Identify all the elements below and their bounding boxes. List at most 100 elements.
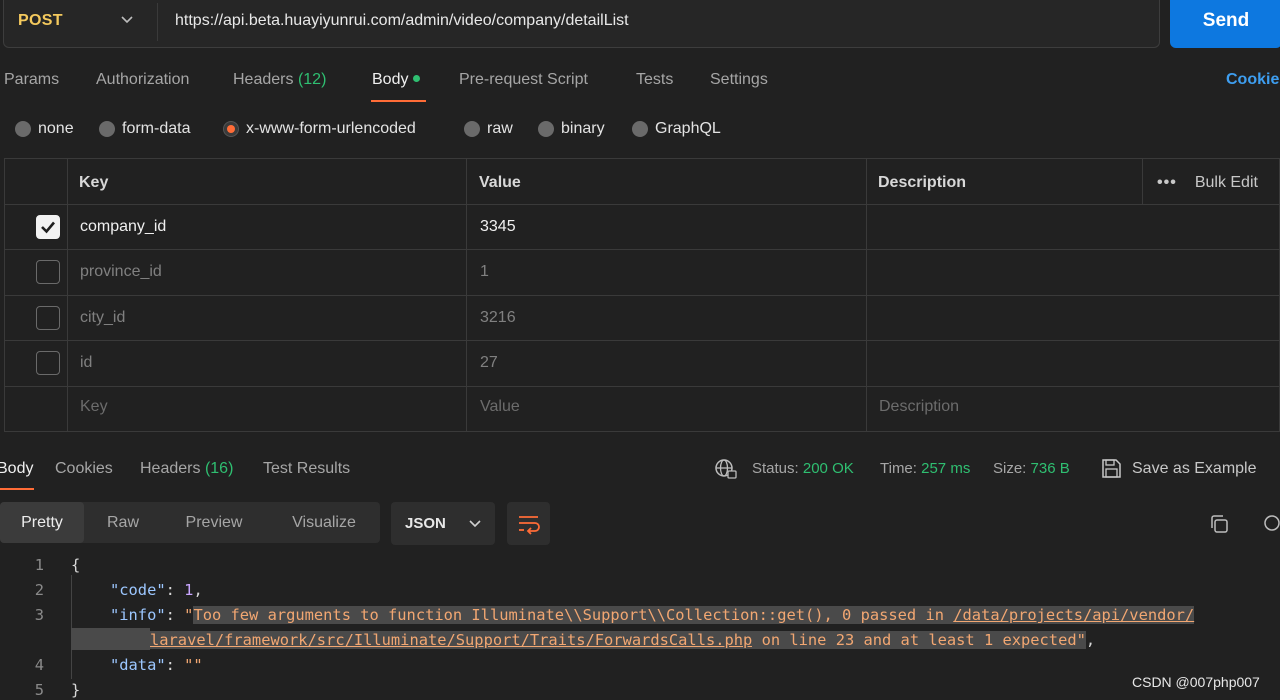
divider bbox=[5, 204, 1279, 205]
search-icon[interactable] bbox=[1262, 513, 1280, 535]
code-line-info-wrap: laravel/framework/src/Illuminate/Support… bbox=[150, 631, 1096, 649]
wrap-lines-icon bbox=[519, 516, 540, 535]
bulk-edit-label: Bulk Edit bbox=[1194, 174, 1258, 191]
view-raw[interactable]: Raw bbox=[88, 502, 158, 543]
more-horizontal-icon[interactable]: ••• bbox=[1157, 174, 1177, 192]
response-tab-test-results[interactable]: Test Results bbox=[263, 460, 350, 478]
headers-count-badge: (12) bbox=[297, 71, 327, 88]
copy-icon[interactable] bbox=[1208, 513, 1230, 535]
tab-tests[interactable]: Tests bbox=[636, 71, 673, 89]
response-tab-headers[interactable]: Headers (16) bbox=[140, 460, 233, 478]
json-number: 1 bbox=[184, 581, 194, 599]
radio-none[interactable]: none bbox=[15, 120, 74, 138]
row-checkbox[interactable] bbox=[36, 351, 60, 375]
radio-circle bbox=[464, 121, 480, 137]
row-key[interactable]: company_id bbox=[80, 218, 166, 236]
time-value: 257 ms bbox=[921, 460, 971, 477]
json-string: "" bbox=[184, 656, 203, 674]
row-key[interactable]: city_id bbox=[80, 309, 125, 327]
line-number: 1 bbox=[34, 556, 44, 574]
code-open-brace: { bbox=[71, 556, 81, 574]
divider bbox=[5, 295, 1279, 296]
divider bbox=[1142, 159, 1143, 204]
row-checkbox[interactable] bbox=[36, 215, 60, 239]
save-icon bbox=[1102, 459, 1121, 478]
line-number: 5 bbox=[34, 681, 44, 699]
tab-headers-label: Headers bbox=[233, 71, 294, 88]
radio-form-data[interactable]: form-data bbox=[99, 120, 190, 138]
body-params-table: Key Value Description ••• Bulk Edit comp… bbox=[4, 158, 1280, 432]
radio-label: raw bbox=[487, 120, 513, 137]
json-string-path-link[interactable]: laravel/framework/src/Illuminate/Support… bbox=[150, 631, 753, 649]
json-string-path-link[interactable]: /data/projects/api/vendor/ bbox=[953, 606, 1195, 624]
row-checkbox[interactable] bbox=[36, 260, 60, 284]
tab-settings[interactable]: Settings bbox=[710, 71, 768, 89]
json-key: "data" bbox=[110, 656, 166, 674]
code-line-code: "code": 1, bbox=[110, 581, 203, 599]
selection-highlight bbox=[71, 628, 150, 650]
chevron-down-icon bbox=[469, 519, 481, 527]
indent-guide bbox=[71, 575, 72, 679]
row-value[interactable]: 3345 bbox=[480, 218, 516, 236]
checkmark-icon bbox=[41, 221, 55, 234]
radio-graphql[interactable]: GraphQL bbox=[632, 120, 721, 138]
radio-circle bbox=[15, 121, 31, 137]
url-input[interactable]: https://api.beta.huayiyunrui.com/admin/v… bbox=[175, 12, 629, 30]
radio-label: GraphQL bbox=[655, 120, 721, 137]
active-tab-indicator bbox=[371, 100, 426, 102]
json-quote: " bbox=[1076, 631, 1086, 649]
response-tab-body[interactable]: Body bbox=[0, 460, 33, 478]
status-value: 200 OK bbox=[802, 460, 854, 477]
format-label: JSON bbox=[405, 515, 446, 532]
view-pretty[interactable]: Pretty bbox=[0, 502, 84, 543]
tab-prerequest-script[interactable]: Pre-request Script bbox=[459, 71, 588, 89]
row-value[interactable]: 27 bbox=[480, 354, 498, 372]
method-select[interactable]: POST bbox=[18, 12, 63, 30]
new-description-input[interactable]: Description bbox=[879, 398, 959, 416]
network-globe-icon[interactable] bbox=[714, 458, 738, 480]
json-string-selected: on line 23 and at least 1 expected bbox=[752, 631, 1077, 649]
chevron-down-icon[interactable] bbox=[120, 15, 134, 25]
new-key-input[interactable]: Key bbox=[80, 398, 108, 416]
row-value[interactable]: 3216 bbox=[480, 309, 516, 327]
bulk-edit-button[interactable]: ••• Bulk Edit bbox=[1157, 174, 1258, 192]
send-button[interactable]: Send bbox=[1170, 0, 1280, 48]
view-visualize[interactable]: Visualize bbox=[274, 502, 374, 543]
tab-headers[interactable]: Headers (12) bbox=[233, 71, 326, 89]
radio-binary[interactable]: binary bbox=[538, 120, 605, 138]
new-value-input[interactable]: Value bbox=[480, 398, 520, 416]
request-url-bar: POST https://api.beta.huayiyunrui.com/ad… bbox=[3, 0, 1160, 48]
column-header-description: Description bbox=[878, 174, 967, 191]
row-checkbox[interactable] bbox=[36, 306, 60, 330]
format-select[interactable]: JSON bbox=[391, 502, 495, 545]
cookies-link[interactable]: Cookie bbox=[1226, 71, 1279, 89]
column-header-key: Key bbox=[79, 174, 109, 191]
radio-x-www-form-urlencoded[interactable]: x-www-form-urlencoded bbox=[223, 120, 416, 138]
row-key[interactable]: province_id bbox=[80, 263, 162, 281]
response-view-toggle: Pretty Raw Preview Visualize bbox=[0, 502, 380, 543]
row-value[interactable]: 1 bbox=[480, 263, 489, 281]
divider bbox=[5, 340, 1279, 341]
tab-params[interactable]: Params bbox=[4, 71, 59, 89]
tab-body[interactable]: Body bbox=[372, 71, 421, 89]
size-label: Size: bbox=[993, 460, 1027, 477]
line-number: 4 bbox=[34, 656, 44, 674]
wrap-lines-button[interactable] bbox=[507, 502, 550, 545]
response-status: Status: 200 OK bbox=[752, 460, 854, 477]
radio-raw[interactable]: raw bbox=[464, 120, 513, 138]
line-number: 2 bbox=[34, 581, 44, 599]
code-close-brace: } bbox=[71, 681, 81, 699]
column-header-value: Value bbox=[479, 174, 521, 191]
row-key[interactable]: id bbox=[80, 354, 92, 372]
response-size[interactable]: Size: 736 B bbox=[993, 460, 1070, 477]
response-time[interactable]: Time: 257 ms bbox=[880, 460, 970, 477]
view-preview[interactable]: Preview bbox=[172, 502, 256, 543]
divider bbox=[157, 3, 158, 41]
radio-circle bbox=[632, 121, 648, 137]
status-label: Status: bbox=[752, 460, 799, 477]
tab-authorization[interactable]: Authorization bbox=[96, 71, 189, 89]
response-tab-cookies[interactable]: Cookies bbox=[55, 460, 113, 478]
radio-circle bbox=[99, 121, 115, 137]
save-as-example-button[interactable]: Save as Example bbox=[1101, 458, 1257, 479]
body-indicator-dot bbox=[413, 75, 421, 82]
